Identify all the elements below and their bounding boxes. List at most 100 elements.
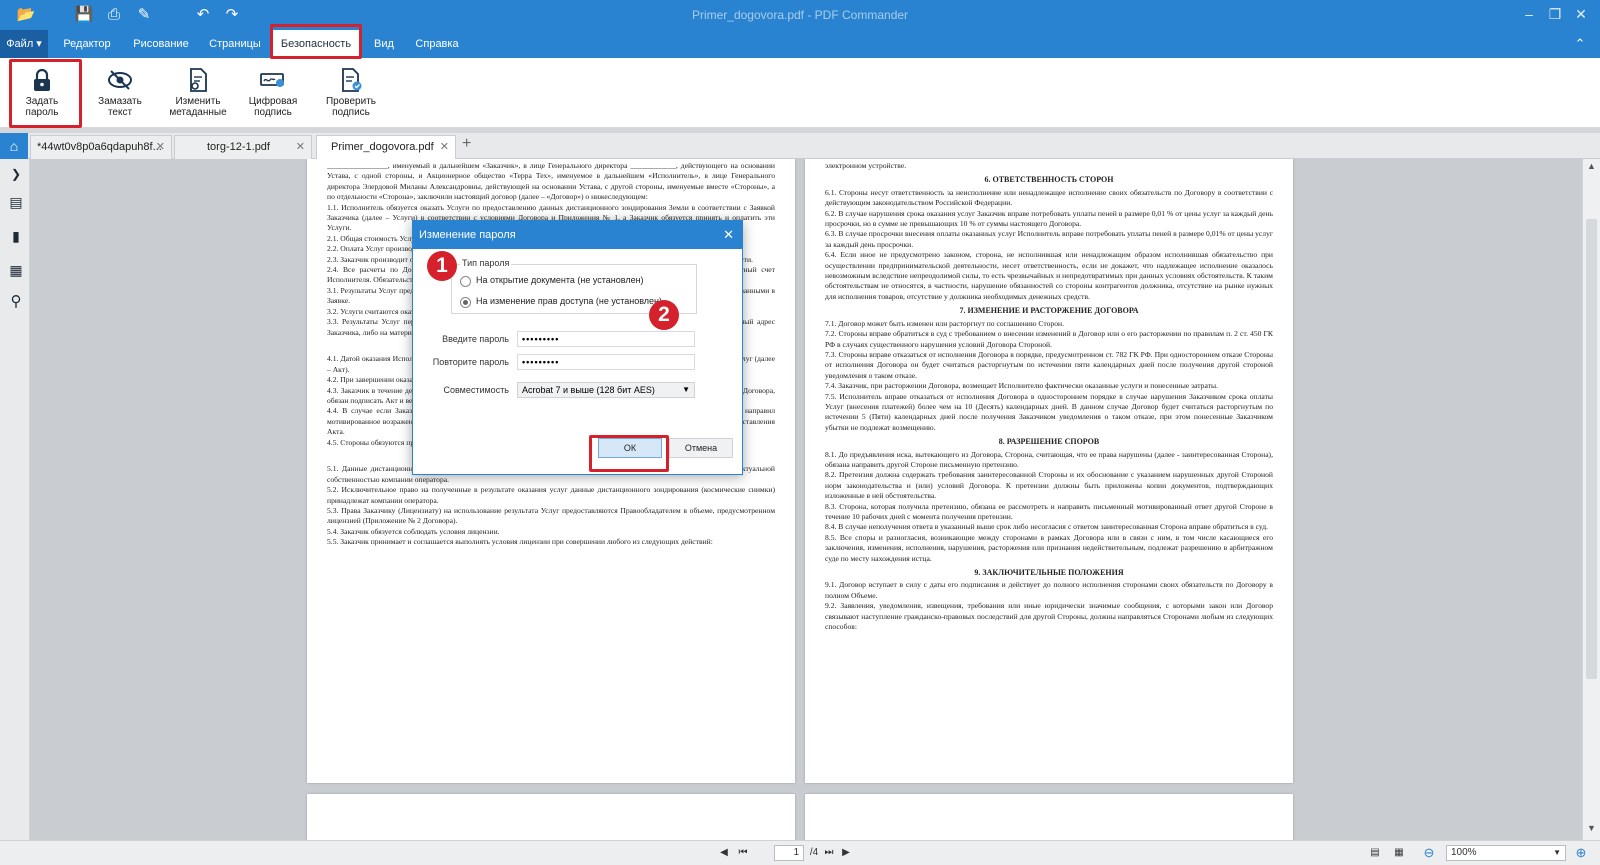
menu-view[interactable]: Вид (366, 30, 402, 58)
redact-text-button[interactable]: Замазать текст (90, 64, 150, 124)
page-number-input[interactable]: 1 (774, 845, 804, 861)
compatibility-value: Acrobat 7 и выше (128 бит AES) (522, 385, 655, 395)
compatibility-label: Совместимость (443, 385, 509, 395)
scroll-thumb[interactable] (1586, 219, 1597, 679)
last-page-icon[interactable]: ⏭ (822, 846, 836, 860)
document-page-3 (307, 794, 795, 840)
paragraph: 5.5. Заказчик принимает и соглашается вы… (327, 537, 713, 547)
tab-document-1[interactable]: *44wt0v8p0a6qdapuh8f... ✕ (30, 135, 172, 159)
tab-document-3-label: Primer_dogovora.pdf (331, 141, 434, 153)
tab-document-2[interactable]: torg-12-1.pdf ✕ (174, 135, 312, 159)
change-password-dialog: Изменение пароля ✕ Тип пароля На открыти… (412, 220, 743, 475)
signature-card-icon (260, 73, 284, 87)
minimize-icon[interactable]: – (1520, 5, 1538, 23)
edit-metadata-button[interactable]: Изменить метаданные (162, 64, 234, 124)
edit-metadata-label: Изменить метаданные (169, 96, 227, 118)
tab-document-3[interactable]: Primer_dogovora.pdf ✕ (316, 135, 456, 159)
next-page-icon[interactable]: ▶ (840, 846, 852, 860)
chevron-down-icon: ▼ (1553, 848, 1561, 857)
padlock-icon (34, 68, 50, 91)
menu-help[interactable]: Справка (408, 30, 466, 58)
paragraph: 7.3. Стороны вправе отказаться от исполн… (825, 349, 1273, 380)
paragraph: 9.2. Заявления, уведомления, извещения, … (825, 601, 1273, 632)
two-page-view-icon[interactable]: ▦ (1392, 846, 1406, 860)
paragraph: 7.1. Договор может быть изменен или раст… (825, 318, 1064, 328)
tab-document-1-label: *44wt0v8p0a6qdapuh8f... (37, 141, 162, 153)
close-tab-icon[interactable]: ✕ (156, 136, 165, 158)
scroll-down-icon[interactable]: ▼ (1583, 823, 1600, 837)
dialog-title: Изменение пароля (419, 229, 516, 241)
section-heading: 9. ЗАКЛЮЧИТЕЛЬНЫЕ ПОЛОЖЕНИЯ (974, 568, 1124, 578)
eye-slash-icon (108, 70, 132, 90)
single-page-view-icon[interactable]: ▤ (1368, 846, 1382, 860)
menu-file-label: Файл (6, 38, 34, 50)
thumbnails-icon[interactable]: ▤ (7, 193, 25, 211)
dialog-close-icon[interactable]: ✕ (723, 221, 734, 249)
password-field[interactable]: ••••••••• (517, 331, 695, 347)
password-field-label: Введите пароль (442, 334, 509, 344)
menu-editor[interactable]: Редактор (54, 30, 120, 58)
pdf-editor-window: 📂 💾 ⎙ ✎ ↶ ↷ Primer_dogovora.pdf - PDF Co… (0, 0, 1600, 865)
step-marker-1: 1 (427, 251, 457, 281)
menu-file[interactable]: Файл ▾ (0, 30, 48, 58)
search-icon[interactable]: ⚲ (7, 293, 25, 311)
paragraph: 8.2. Претензия должна содержать требован… (825, 470, 1273, 501)
radio-open-label: На открытие документа (не установлен) (476, 275, 644, 285)
first-page-icon[interactable]: ⏮ (736, 846, 750, 860)
paragraph: электронном устройстве. (825, 161, 907, 170)
dialog-header: Изменение пароля ✕ (413, 221, 742, 249)
radio-edit-password[interactable] (460, 297, 471, 308)
verify-signature-label: Проверить подпись (325, 96, 376, 118)
zoom-out-icon[interactable]: ⊖ (1422, 846, 1436, 860)
paragraph: 8.3. Сторона, которая получила претензию… (825, 501, 1273, 521)
paragraph: 8.5. Все споры и разногласия, возникающи… (825, 532, 1273, 563)
password-type-label: Тип пароля (460, 258, 512, 268)
document-tabs: ⌂ *44wt0v8p0a6qdapuh8f... ✕ torg-12-1.pdf… (0, 133, 1600, 159)
paragraph: 8.1. До предъявления иска, вытекающего и… (825, 449, 1273, 469)
prev-page-icon[interactable]: ◀ (718, 846, 730, 860)
close-tab-icon[interactable]: ✕ (296, 136, 305, 158)
set-password-button[interactable]: Задать пароль (12, 64, 72, 124)
expand-panel-icon[interactable]: ❯ (7, 165, 25, 183)
vertical-scrollbar[interactable]: ▲ ▼ (1582, 159, 1600, 840)
new-tab-icon[interactable]: + (462, 135, 471, 153)
paragraph: 6.3. В случае просрочки внесения оплаты … (825, 229, 1273, 249)
radio-edit-label: На изменение прав доступа (не установлен… (476, 296, 663, 306)
ok-button[interactable]: ОК (598, 438, 662, 458)
cancel-button[interactable]: Отмена (669, 438, 733, 458)
comments-icon[interactable]: ▦ (7, 261, 25, 279)
menu-bar: Файл ▾ Редактор Рисование Страницы Безоп… (0, 30, 1600, 58)
paragraph: 6.1. Стороны несут ответственность за не… (825, 187, 1273, 208)
paragraph: 7.5. Исполнитель вправе отказаться от ис… (825, 391, 1273, 432)
verify-signature-button[interactable]: Проверить подпись (318, 64, 384, 124)
set-password-label: Задать пароль (25, 96, 59, 118)
paragraph: ________________, именуемый в дальнейшем… (327, 161, 775, 202)
paragraph: 8.4. В случае неполучения ответа в указа… (825, 522, 1268, 532)
status-bar: ◀ ⏮ 1 /4 ⏭ ▶ ▤ ▦ ⊖ 100% ▼ ⊕ (0, 840, 1600, 865)
window-title: Primer_dogovora.pdf - PDF Commander (691, 8, 909, 22)
menu-security[interactable]: Безопасность (272, 30, 360, 58)
zoom-level-value: 100% (1451, 847, 1477, 858)
paragraph: 7.2. Стороны вправе обратиться в суд с т… (825, 329, 1273, 349)
collapse-ribbon-icon[interactable]: ⌃ (1568, 30, 1592, 58)
section-heading: 7. ИЗМЕНЕНИЕ И РАСТОРЖЕНИЕ ДОГОВОРА (959, 306, 1139, 316)
menu-pages[interactable]: Страницы (202, 30, 268, 58)
zoom-in-icon[interactable]: ⊕ (1574, 846, 1588, 860)
title-bar: 📂 💾 ⎙ ✎ ↶ ↷ Primer_dogovora.pdf - PDF Co… (0, 0, 1600, 30)
digital-signature-button[interactable]: Цифровая подпись (240, 64, 306, 124)
zoom-level-select[interactable]: 100% ▼ (1446, 845, 1566, 861)
scroll-up-icon[interactable]: ▲ (1583, 161, 1600, 175)
home-icon[interactable]: ⌂ (0, 133, 28, 159)
restore-icon[interactable]: ❐ (1546, 5, 1564, 23)
close-tab-icon[interactable]: ✕ (440, 136, 449, 158)
menu-drawing[interactable]: Рисование (124, 30, 198, 58)
compatibility-select[interactable]: Acrobat 7 и выше (128 бит AES) ▼ (517, 382, 695, 398)
step-marker-2: 2 (649, 300, 679, 330)
paragraph: 6.2. В случае нарушения срока оказания у… (825, 208, 1273, 229)
bookmarks-icon[interactable]: ▮ (7, 227, 25, 245)
paragraph: 5.3. Права Заказчику (Лицензиату) на исп… (327, 506, 775, 526)
page-2-text: электронном устройстве. 6. ОТВЕТСТВЕННОСТ… (825, 161, 1273, 773)
close-icon[interactable]: ✕ (1572, 5, 1590, 23)
repeat-password-field[interactable]: ••••••••• (517, 354, 695, 370)
radio-open-password[interactable] (460, 276, 471, 287)
